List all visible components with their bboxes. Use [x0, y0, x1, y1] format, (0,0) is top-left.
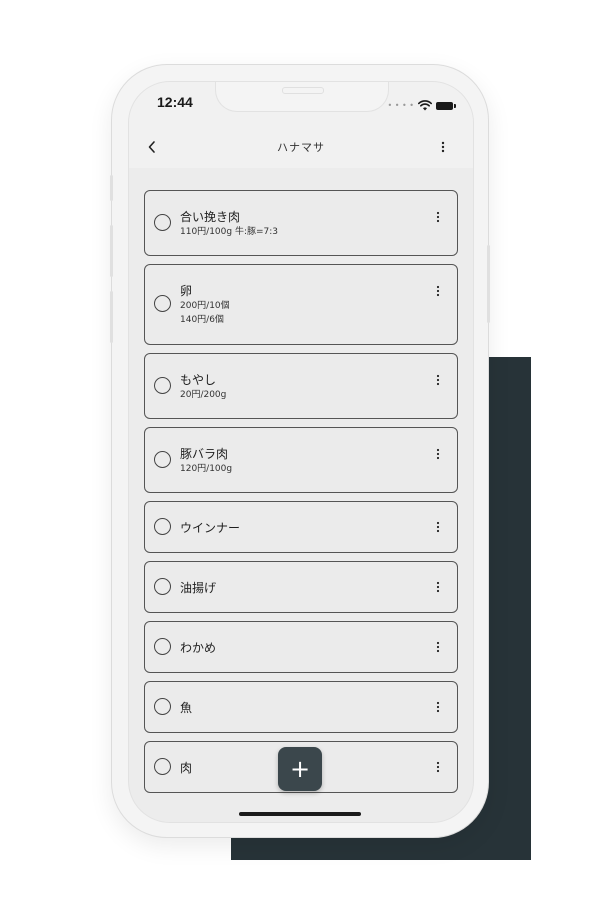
- wifi-icon: [418, 96, 432, 115]
- item-checkbox[interactable]: [154, 214, 171, 231]
- phone-frame: 12:44 • • • • ハナマサ 合い挽き肉 110円/100g 牛:豚=7…: [110, 64, 490, 838]
- more-vertical-icon: [436, 211, 440, 223]
- power-button: [487, 245, 490, 323]
- item-title: 卵: [180, 284, 193, 298]
- item-checkbox[interactable]: [154, 698, 171, 715]
- add-item-button[interactable]: +: [278, 747, 322, 791]
- more-vertical-icon: [436, 701, 440, 713]
- more-vertical-icon: [441, 141, 445, 153]
- more-vertical-icon: [436, 521, 440, 533]
- list-item[interactable]: もやし 20円/200g: [144, 353, 458, 419]
- list-item[interactable]: 豚バラ肉 120円/100g: [144, 427, 458, 493]
- item-title: ウインナー: [180, 521, 241, 535]
- item-detail: 200円/10個: [180, 301, 230, 311]
- more-vertical-icon: [436, 641, 440, 653]
- item-detail: 20円/200g: [180, 390, 227, 400]
- item-detail: 110円/100g 牛:豚=7:3: [180, 227, 279, 237]
- more-vertical-icon: [436, 285, 440, 297]
- volume-up-button: [110, 225, 113, 277]
- item-checkbox[interactable]: [154, 518, 171, 535]
- item-title: 豚バラ肉: [180, 447, 229, 461]
- item-title: 合い挽き肉: [180, 210, 241, 224]
- volume-down-button: [110, 291, 113, 343]
- list-item[interactable]: 合い挽き肉 110円/100g 牛:豚=7:3: [144, 190, 458, 256]
- more-vertical-icon: [436, 448, 440, 460]
- item-checkbox[interactable]: [154, 638, 171, 655]
- app-bar: ハナマサ: [129, 126, 473, 168]
- item-title: わかめ: [180, 641, 217, 655]
- list-item[interactable]: 魚: [144, 681, 458, 733]
- item-menu-button[interactable]: [433, 580, 443, 594]
- item-menu-button[interactable]: [433, 640, 443, 654]
- list-item[interactable]: わかめ: [144, 621, 458, 673]
- mute-switch: [110, 175, 113, 201]
- status-time: 12:44: [157, 94, 193, 110]
- item-menu-button[interactable]: [433, 210, 443, 224]
- item-checkbox[interactable]: [154, 758, 171, 775]
- phone-screen: 12:44 • • • • ハナマサ 合い挽き肉 110円/100g 牛:豚=7…: [128, 81, 474, 823]
- item-menu-button[interactable]: [433, 520, 443, 534]
- notch: [215, 82, 389, 112]
- page-title: ハナマサ: [277, 141, 325, 154]
- item-checkbox[interactable]: [154, 295, 171, 312]
- more-vertical-icon: [436, 581, 440, 593]
- item-title: 魚: [180, 701, 193, 715]
- item-title: 肉: [180, 761, 193, 775]
- item-detail: 120円/100g: [180, 464, 233, 474]
- more-vertical-icon: [436, 761, 440, 773]
- item-title: 油揚げ: [180, 581, 217, 595]
- status-icons: • • • •: [387, 96, 456, 115]
- plus-icon: +: [289, 755, 311, 783]
- item-checkbox[interactable]: [154, 451, 171, 468]
- more-options-button[interactable]: [433, 134, 453, 160]
- list-item[interactable]: ウインナー: [144, 501, 458, 553]
- list-item[interactable]: 卵 200円/10個 140円/6個: [144, 264, 458, 345]
- list-item[interactable]: 油揚げ: [144, 561, 458, 613]
- item-menu-button[interactable]: [433, 373, 443, 387]
- item-checkbox[interactable]: [154, 377, 171, 394]
- item-menu-button[interactable]: [433, 760, 443, 774]
- item-checkbox[interactable]: [154, 578, 171, 595]
- cellular-dots-icon: • • • •: [387, 100, 414, 110]
- presentation-stage: 12:44 • • • • ハナマサ 合い挽き肉 110円/100g 牛:豚=7…: [0, 0, 601, 901]
- speaker-grille: [282, 87, 324, 94]
- item-menu-button[interactable]: [433, 447, 443, 461]
- more-vertical-icon: [436, 374, 440, 386]
- battery-icon: [436, 101, 456, 110]
- item-title: もやし: [180, 373, 217, 387]
- item-menu-button[interactable]: [433, 700, 443, 714]
- home-indicator[interactable]: [239, 812, 361, 816]
- item-detail: 140円/6個: [180, 315, 224, 325]
- shopping-list: 合い挽き肉 110円/100g 牛:豚=7:3 卵 200円/10個 140円/…: [144, 190, 458, 801]
- item-menu-button[interactable]: [433, 284, 443, 298]
